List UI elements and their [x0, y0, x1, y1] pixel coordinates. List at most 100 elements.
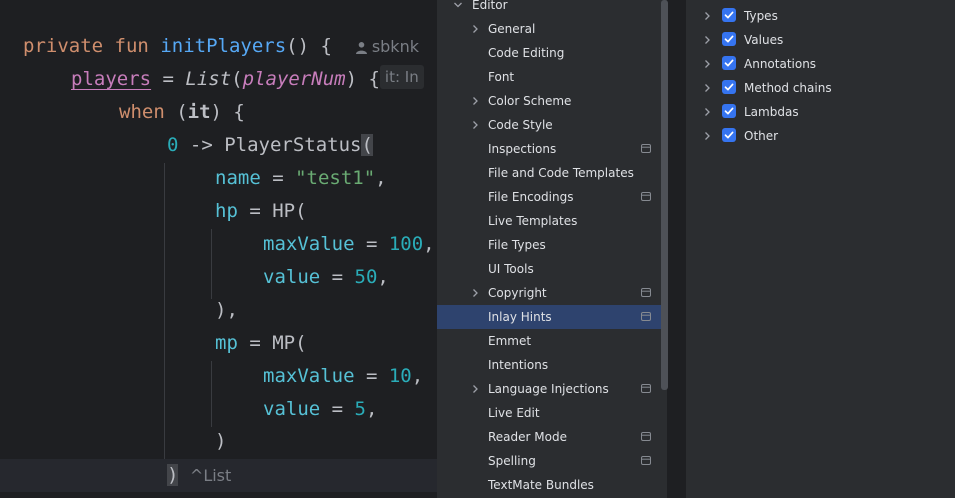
check-icon — [724, 131, 734, 139]
punctuation: , — [365, 398, 378, 420]
chevron-right-icon[interactable] — [470, 24, 480, 34]
punctuation: () { — [286, 35, 332, 57]
chevron-right-icon[interactable] — [702, 35, 712, 45]
checkbox-checked[interactable] — [722, 128, 736, 142]
option-annotations[interactable]: Annotations — [686, 52, 955, 76]
tree-item-color-scheme[interactable]: Color Scheme — [437, 89, 667, 113]
tree-item-live-templates[interactable]: Live Templates — [437, 209, 667, 233]
punctuation: , — [375, 167, 387, 189]
tree-item-intentions[interactable]: Intentions — [437, 353, 667, 377]
option-label: Method chains — [744, 81, 832, 95]
tree-item-language-injections[interactable]: Language Injections — [437, 377, 667, 401]
code-line-12: value = 5, — [263, 393, 377, 426]
code-editor[interactable]: private fun initPlayers() { sbknk player… — [0, 0, 437, 498]
chevron-right-icon[interactable] — [470, 384, 480, 394]
code-text: -> PlayerStatus — [178, 134, 362, 156]
tree-item-spelling[interactable]: Spelling — [437, 449, 667, 473]
tree-item-code-style[interactable]: Code Style — [437, 113, 667, 137]
operator: = — [237, 332, 273, 354]
tree-item-label: Reader Mode — [488, 430, 567, 444]
tree-item-label: File Types — [488, 238, 546, 252]
inlay-hints-options: Types Values Annotations Method chains Lambd… — [686, 0, 955, 498]
option-other[interactable]: Other — [686, 124, 955, 148]
option-lambdas[interactable]: Lambdas — [686, 100, 955, 124]
number-literal: 10 — [388, 365, 412, 387]
operator: = — [320, 266, 355, 288]
option-label: Other — [744, 129, 779, 143]
punctuation: ) — [215, 430, 227, 452]
tree-item-editor[interactable]: Editor — [437, 0, 667, 17]
tree-item-copyright[interactable]: Copyright — [437, 281, 667, 305]
type-name: List — [185, 68, 232, 90]
option-values[interactable]: Values — [686, 28, 955, 52]
number-literal: 50 — [354, 266, 378, 288]
check-icon — [724, 107, 734, 115]
tree-item-label: Emmet — [488, 334, 532, 348]
operator: = — [260, 167, 296, 189]
tree-item-label: Live Edit — [488, 406, 540, 420]
project-scope-icon — [641, 312, 651, 321]
named-arg: maxValue — [263, 233, 355, 255]
type-hint[interactable]: ^List — [190, 466, 231, 485]
indent-guide — [211, 361, 212, 427]
tree-item-reader-mode[interactable]: Reader Mode — [437, 425, 667, 449]
code-line-3: when (it) { — [119, 96, 245, 129]
tree-item-label: Intentions — [488, 358, 549, 372]
tree-item-ui-tools[interactable]: UI Tools — [437, 257, 667, 281]
tree-item-code-editing[interactable]: Code Editing — [437, 41, 667, 65]
chevron-right-icon[interactable] — [470, 120, 480, 130]
tree-item-file-and-code-templates[interactable]: File and Code Templates — [437, 161, 667, 185]
tree-item-inlay-hints[interactable]: Inlay Hints — [437, 305, 667, 329]
check-icon — [724, 83, 734, 91]
checkbox-checked[interactable] — [722, 80, 736, 94]
checkbox-checked[interactable] — [722, 32, 736, 46]
settings-tree[interactable]: Editor General Code Editing Font Color Sche… — [437, 0, 667, 498]
code-line-14: ) ^List — [167, 459, 231, 492]
option-method-chains[interactable]: Method chains — [686, 76, 955, 100]
option-label: Lambdas — [744, 105, 799, 119]
chevron-right-icon[interactable] — [702, 11, 712, 21]
tree-item-label: File and Code Templates — [488, 166, 634, 180]
number-literal: 100 — [388, 233, 424, 255]
chevron-right-icon[interactable] — [470, 288, 480, 298]
punctuation: , — [377, 266, 389, 288]
code-line-8: value = 50, — [263, 261, 389, 294]
number-literal: 0 — [167, 134, 179, 156]
project-scope-icon — [641, 288, 651, 297]
matched-paren: ( — [361, 134, 373, 156]
checkbox-checked[interactable] — [722, 8, 736, 22]
tree-item-label: Copyright — [488, 286, 547, 300]
indent-guide — [211, 229, 212, 299]
chevron-right-icon[interactable] — [702, 59, 712, 69]
code-line-1: private fun initPlayers() { sbknk — [23, 30, 419, 63]
tree-item-textmate-bundles[interactable]: TextMate Bundles — [437, 473, 667, 497]
checkbox-checked[interactable] — [722, 56, 736, 70]
chevron-right-icon[interactable] — [702, 131, 712, 141]
tree-item-file-encodings[interactable]: File Encodings — [437, 185, 667, 209]
chevron-right-icon[interactable] — [702, 83, 712, 93]
chevron-right-icon[interactable] — [470, 96, 480, 106]
tree-item-label: Font — [488, 70, 515, 84]
punctuation: ), — [215, 299, 238, 321]
option-label: Values — [744, 33, 784, 47]
person-icon — [355, 42, 367, 54]
tree-item-live-edit[interactable]: Live Edit — [437, 401, 667, 425]
tree-item-font[interactable]: Font — [437, 65, 667, 89]
option-types[interactable]: Types — [686, 4, 955, 28]
lambda-param-hint[interactable]: it: In — [379, 65, 424, 89]
checkbox-checked[interactable] — [722, 104, 736, 118]
punctuation: ( — [231, 68, 243, 90]
check-icon — [724, 35, 734, 43]
tree-scrollbar[interactable] — [661, 0, 668, 390]
tree-item-inspections[interactable]: Inspections — [437, 137, 667, 161]
punctuation: ( — [164, 101, 188, 123]
code-line-5: name = "test1", — [215, 162, 387, 195]
author-name: sbknk — [371, 37, 419, 56]
tree-item-general[interactable]: General — [437, 17, 667, 41]
tree-item-file-types[interactable]: File Types — [437, 233, 667, 257]
tree-item-emmet[interactable]: Emmet — [437, 329, 667, 353]
author-hint[interactable]: sbknk — [355, 37, 419, 56]
code-text: MP( — [272, 332, 307, 354]
chevron-down-icon[interactable] — [453, 0, 463, 10]
chevron-right-icon[interactable] — [702, 107, 712, 117]
